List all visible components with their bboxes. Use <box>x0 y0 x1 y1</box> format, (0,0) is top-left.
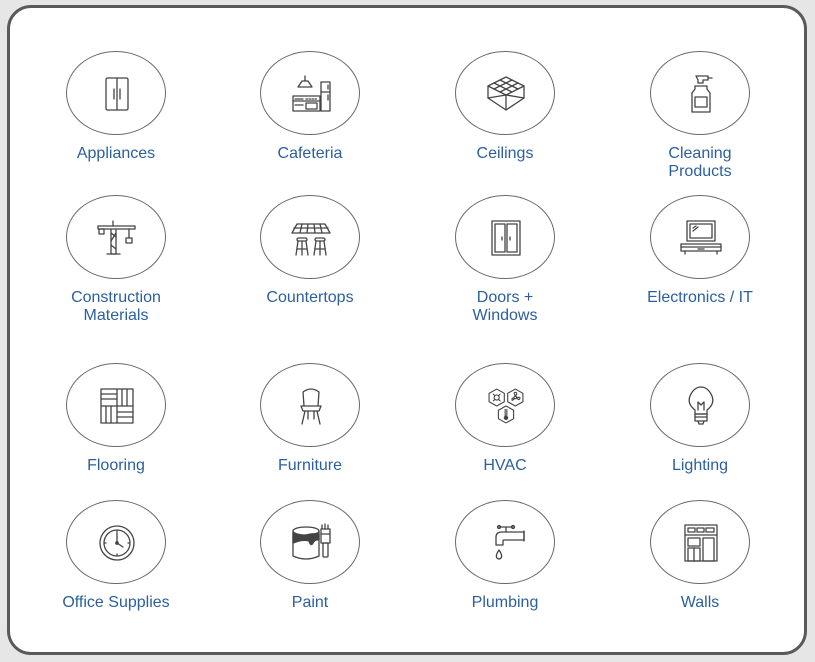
category-countertops[interactable]: Countertops <box>215 195 405 345</box>
category-label: Countertops <box>266 289 354 306</box>
category-furniture[interactable]: Furniture <box>215 363 405 513</box>
kitchen-icon <box>292 75 331 112</box>
category-icon-circle <box>260 51 360 135</box>
category-office-supplies[interactable]: Office Supplies <box>21 500 211 650</box>
category-construction-materials[interactable]: Construction Materials <box>21 195 211 345</box>
chair-icon <box>300 388 322 425</box>
category-icon-circle <box>455 51 555 135</box>
category-label: Walls <box>680 594 720 611</box>
category-lighting[interactable]: Lighting <box>605 363 795 513</box>
category-label: Lighting <box>671 457 729 474</box>
category-icon-circle <box>66 500 166 584</box>
category-card: Appliances Cafeteria Ceilings Cleaning P… <box>7 5 807 655</box>
category-label: Furniture <box>277 457 343 474</box>
faucet-icon <box>495 524 525 560</box>
double-door-icon <box>491 220 521 256</box>
category-label: Paint <box>291 594 329 611</box>
category-label: HVAC <box>483 457 527 474</box>
floor-tiles-icon <box>100 388 134 424</box>
category-label: Cafeteria <box>277 145 343 162</box>
category-icon-circle <box>260 500 360 584</box>
computer-icon <box>680 220 722 255</box>
category-label: Doors + Windows <box>472 289 538 324</box>
category-electronics-it[interactable]: Electronics / IT <box>605 195 795 345</box>
category-label: Office Supplies <box>62 594 170 611</box>
category-ceilings[interactable]: Ceilings <box>410 51 600 201</box>
category-icon-circle <box>650 500 750 584</box>
category-icon-circle <box>260 195 360 279</box>
category-label: Ceilings <box>476 145 534 162</box>
category-label: Electronics / IT <box>647 289 753 306</box>
category-appliances[interactable]: Appliances <box>21 51 211 201</box>
category-icon-circle <box>650 363 750 447</box>
category-icon-circle <box>455 500 555 584</box>
category-plumbing[interactable]: Plumbing <box>410 500 600 650</box>
hvac-hexagons-icon <box>488 388 524 424</box>
ceiling-tiles-icon <box>487 76 525 111</box>
category-icon-circle <box>66 51 166 135</box>
building-wall-icon <box>684 524 718 562</box>
category-icon-circle <box>650 195 750 279</box>
category-doors-windows[interactable]: Doors + Windows <box>410 195 600 345</box>
countertop-stools-icon <box>291 223 331 256</box>
category-walls[interactable]: Walls <box>605 500 795 650</box>
paint-can-brush-icon <box>292 523 331 560</box>
light-bulb-icon <box>688 386 714 425</box>
category-label: Flooring <box>87 457 145 474</box>
category-icon-circle <box>650 51 750 135</box>
category-flooring[interactable]: Flooring <box>21 363 211 513</box>
category-icon-circle <box>66 363 166 447</box>
crane-icon <box>97 220 136 255</box>
category-icon-circle <box>66 195 166 279</box>
category-label: Appliances <box>76 145 156 162</box>
category-hvac[interactable]: HVAC <box>410 363 600 513</box>
category-paint[interactable]: Paint <box>215 500 405 650</box>
category-label: Cleaning Products <box>668 145 732 180</box>
spray-bottle-icon <box>691 75 713 113</box>
category-label: Construction Materials <box>71 289 161 324</box>
refrigerator-icon <box>105 77 129 111</box>
category-icon-circle <box>455 363 555 447</box>
category-icon-circle <box>260 363 360 447</box>
category-cafeteria[interactable]: Cafeteria <box>215 51 405 201</box>
category-icon-circle <box>455 195 555 279</box>
wall-clock-icon <box>99 525 135 561</box>
category-label: Plumbing <box>471 594 539 611</box>
category-cleaning-products[interactable]: Cleaning Products <box>605 51 795 201</box>
